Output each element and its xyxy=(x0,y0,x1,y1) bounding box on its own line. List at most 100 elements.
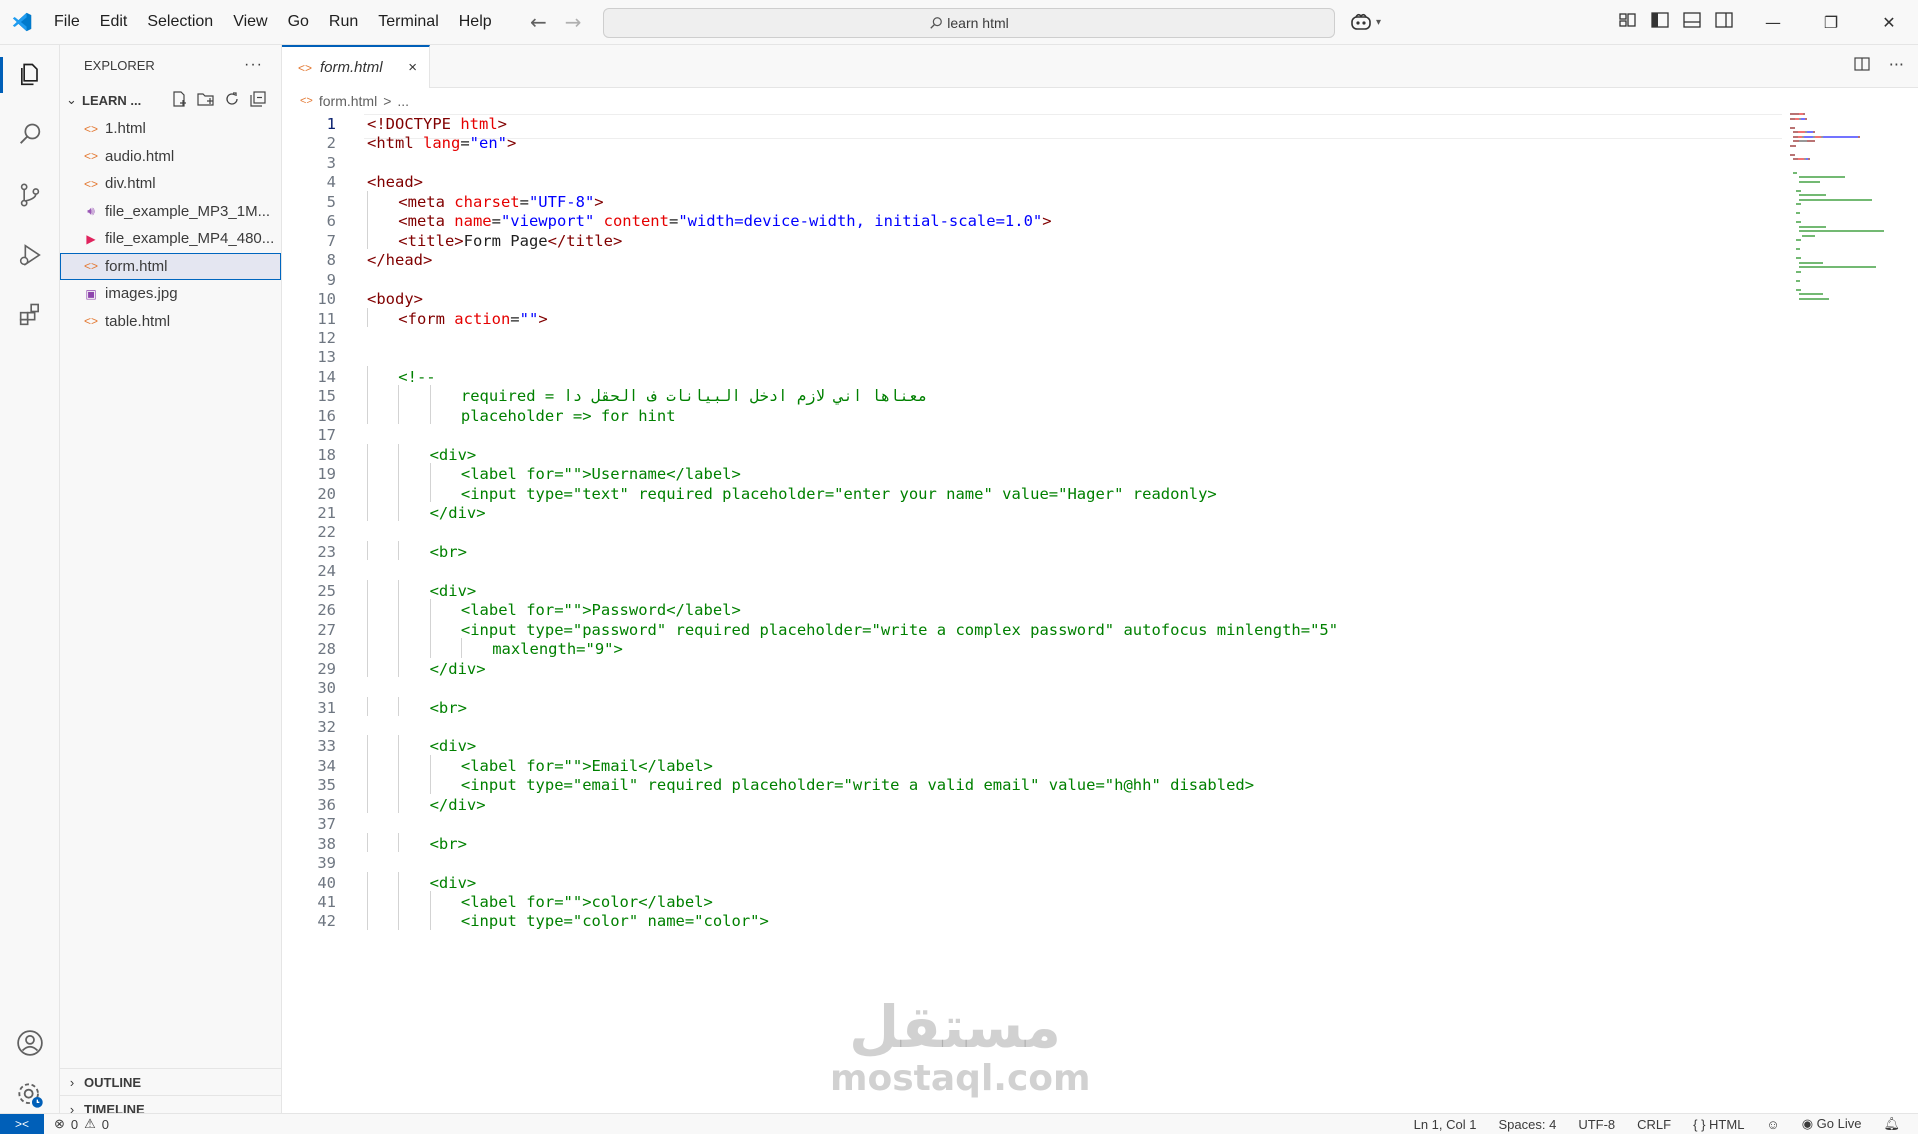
indent-guide xyxy=(429,463,431,483)
breadcrumb-file[interactable]: form.html xyxy=(319,93,377,109)
file-item[interactable]: <> audio.html xyxy=(60,143,281,171)
accounts-icon[interactable] xyxy=(0,1013,59,1073)
html-file-icon: <> xyxy=(83,176,98,191)
indent-guide xyxy=(367,774,368,794)
search-view-icon[interactable] xyxy=(0,105,59,165)
explorer-icon[interactable] xyxy=(0,45,59,105)
watermark: مستقل mostaql.com xyxy=(830,993,1091,1099)
minimap[interactable] xyxy=(1786,113,1916,373)
file-item[interactable]: <> form.html xyxy=(60,252,281,280)
code-token: action xyxy=(454,309,511,328)
run-debug-icon[interactable] xyxy=(0,225,59,285)
extensions-icon[interactable] xyxy=(0,285,59,345)
command-center-search[interactable]: learn html xyxy=(603,8,1335,38)
problems-indicator[interactable]: ⊗ 0 ⚠ 0 xyxy=(54,1114,109,1134)
indent-guide xyxy=(367,385,368,405)
cursor-position[interactable]: Ln 1, Col 1 xyxy=(1414,1117,1477,1132)
braces-icon: { } xyxy=(1693,1116,1706,1132)
minimize-icon[interactable]: — xyxy=(1744,0,1802,44)
code-token: html xyxy=(460,115,498,133)
indent-guide xyxy=(367,618,368,639)
html-file-icon: <> xyxy=(83,314,98,329)
refresh-icon[interactable] xyxy=(223,90,241,108)
code-token: = xyxy=(519,192,529,211)
copilot-button[interactable]: ▾ xyxy=(1350,10,1394,34)
toggle-primary-sidebar-icon[interactable] xyxy=(1648,8,1672,32)
html-file-icon: <> xyxy=(83,149,98,164)
menu-item-file[interactable]: File xyxy=(44,0,90,44)
minimap-mark xyxy=(1796,203,1802,205)
more-actions-icon[interactable]: ··· xyxy=(1889,55,1904,74)
code-text: </div> xyxy=(430,502,486,525)
forward-arrow-icon[interactable]: → xyxy=(565,10,582,34)
menu-item-help[interactable]: Help xyxy=(449,0,502,44)
menu-item-view[interactable]: View xyxy=(223,0,277,44)
indent-guide xyxy=(367,638,368,658)
menu-item-go[interactable]: Go xyxy=(278,0,319,44)
source-control-icon[interactable] xyxy=(0,165,59,225)
menu-item-run[interactable]: Run xyxy=(319,0,368,44)
split-editor-icon[interactable] xyxy=(1853,55,1871,73)
toggle-panel-icon[interactable] xyxy=(1680,8,1704,32)
close-window-icon[interactable]: ✕ xyxy=(1860,0,1918,44)
language-mode[interactable]: { } HTML xyxy=(1693,1117,1744,1132)
menu-item-selection[interactable]: Selection xyxy=(137,0,223,44)
file-item[interactable]: <> 1.html xyxy=(60,115,281,143)
indent-guide xyxy=(398,599,400,619)
file-item[interactable]: ▶ file_example_MP4_480... xyxy=(60,225,281,253)
code-text: <form action=""> xyxy=(398,308,547,331)
menu-bar: File Edit Selection View Go Run Terminal Help xyxy=(44,0,502,44)
code-token: > xyxy=(497,115,507,133)
html-file-icon: <> xyxy=(300,95,313,107)
file-name: audio.html xyxy=(105,147,175,165)
remote-indicator-icon[interactable]: >< xyxy=(0,1114,44,1134)
restore-icon[interactable]: ❐ xyxy=(1802,0,1860,44)
breadcrumb-more[interactable]: ... xyxy=(397,93,409,109)
customize-layout-icon[interactable] xyxy=(1616,8,1640,32)
close-tab-icon[interactable]: × xyxy=(408,59,417,76)
status-right: Ln 1, Col 1 Spaces: 4 UTF-8 CRLF { } HTM… xyxy=(1414,1114,1900,1134)
folder-actions xyxy=(171,90,267,108)
collapse-all-icon[interactable] xyxy=(249,90,267,108)
watermark-latin: mostaql.com xyxy=(830,1058,1091,1099)
go-live-button[interactable]: ◉ Go Live xyxy=(1802,1116,1862,1132)
layout-controls xyxy=(1616,8,1736,32)
back-arrow-icon[interactable]: ← xyxy=(530,10,547,34)
indent-guide xyxy=(367,793,368,814)
copilot-status-icon[interactable]: ☺ xyxy=(1766,1117,1779,1132)
more-actions-icon[interactable]: ··· xyxy=(244,56,263,74)
toggle-secondary-sidebar-icon[interactable] xyxy=(1712,8,1736,32)
indent-guide xyxy=(398,540,400,561)
new-file-icon[interactable] xyxy=(171,90,189,108)
watermark-arabic: مستقل xyxy=(848,993,1062,1061)
workspace-folder[interactable]: ⌄ LEARN ... xyxy=(60,85,281,115)
window-controls: — ❐ ✕ xyxy=(1744,0,1918,44)
indentation[interactable]: Spaces: 4 xyxy=(1498,1117,1556,1132)
chevron-down-icon: ▾ xyxy=(1376,16,1382,28)
code-token: <label for="">Username</label> xyxy=(460,465,741,484)
outline-section[interactable]: › OUTLINE xyxy=(60,1068,281,1096)
encoding[interactable]: UTF-8 xyxy=(1578,1117,1615,1132)
minimap-mark xyxy=(1799,180,1820,183)
minimap-mark xyxy=(1796,189,1801,192)
minimap-mark xyxy=(1799,225,1826,228)
tab-form-html[interactable]: <> form.html × xyxy=(282,45,430,88)
new-folder-icon[interactable] xyxy=(197,90,215,108)
tab-label: form.html xyxy=(320,59,383,76)
file-item[interactable]: 🔊︎ file_example_MP3_1M... xyxy=(60,198,281,226)
code-text: maxlength="9"> xyxy=(492,638,623,661)
indent-guide xyxy=(429,774,431,794)
code-editor[interactable]: 1 <!DOCTYPE html> 2 <html lang="en"> 3 4 <head… xyxy=(282,113,1782,1109)
notifications-bell-icon[interactable]: 🔔︎ xyxy=(1883,1116,1900,1132)
menu-item-terminal[interactable]: Terminal xyxy=(368,0,448,44)
line-ending[interactable]: CRLF xyxy=(1637,1117,1671,1132)
code-text: </head> xyxy=(367,249,432,272)
code-token: </title> xyxy=(547,231,623,250)
file-item[interactable]: <> table.html xyxy=(60,308,281,336)
file-item[interactable]: ▣ images.jpg xyxy=(60,280,281,308)
indent-guide xyxy=(367,404,368,425)
file-item[interactable]: <> div.html xyxy=(60,170,281,198)
copilot-icon xyxy=(1351,13,1371,30)
menu-item-edit[interactable]: Edit xyxy=(90,0,138,44)
code-token: "en" xyxy=(469,134,507,153)
